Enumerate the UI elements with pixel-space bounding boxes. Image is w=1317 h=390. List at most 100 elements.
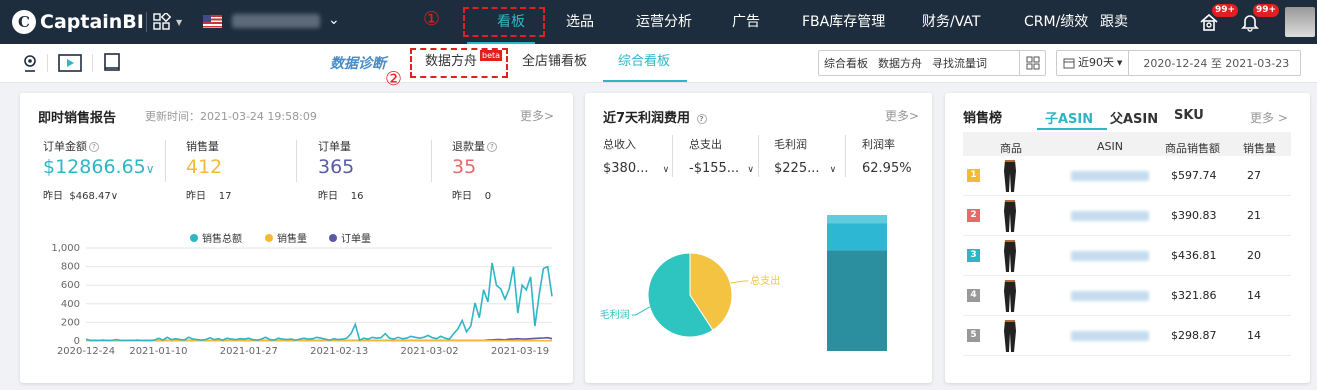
store-name-redacted[interactable] [232, 14, 320, 28]
app-grid-icon[interactable] [153, 13, 171, 31]
metric-prev-sales-qty: 昨日 17 [186, 191, 232, 202]
date-range-picker[interactable]: 近90天 ▼ 2020-12-24 至 2021-03-23 [1056, 50, 1301, 76]
nav-item-0[interactable]: 看板 [497, 0, 525, 44]
card-title: 销售榜 [963, 111, 1003, 126]
nav-item-3[interactable]: 广告 [732, 0, 760, 44]
table-row[interactable]: 1 $597.74 27 [963, 156, 1291, 196]
metric-order-amount[interactable]: $12866.65∨ [43, 156, 155, 178]
x-tick-label: 2020-12-24 [57, 346, 115, 357]
quick-link-overview[interactable]: 综合看板 [819, 55, 873, 71]
metric-refund-count: 35 [452, 156, 477, 178]
date-preset-label: 近90天 [1078, 56, 1114, 69]
nav-item-1[interactable]: 选品 [566, 0, 594, 44]
table-row[interactable]: 4 $321.86 14 [963, 276, 1291, 316]
profit-value-expense[interactable]: -$155... ∨ [689, 161, 754, 176]
nav-item-4[interactable]: FBA库存管理 [802, 0, 885, 44]
calendar-icon [1063, 58, 1075, 69]
avatar[interactable] [1285, 7, 1315, 37]
product-thumbnail[interactable] [1001, 239, 1019, 273]
tab-overview[interactable]: 综合看板 [618, 44, 670, 83]
tab-data-ark[interactable]: 数据方舟 [425, 44, 477, 83]
tab-parent-asin[interactable]: 父ASIN [1110, 108, 1158, 127]
tab-child-asin[interactable]: 子ASIN [1045, 108, 1093, 127]
table-row[interactable]: 5 $298.87 14 [963, 316, 1291, 356]
us-flag-icon[interactable] [203, 15, 222, 28]
metric-prev-refund-count: 昨日 0 [452, 191, 492, 202]
nav-item-2[interactable]: 运营分析 [636, 0, 692, 44]
product-thumbnail[interactable] [1001, 199, 1019, 233]
asin-link-redacted[interactable] [1071, 171, 1149, 181]
tab-sku[interactable]: SKU [1174, 108, 1204, 123]
profit-value-gross[interactable]: $225... ∨ [774, 161, 836, 176]
location-pin-icon[interactable] [20, 53, 40, 73]
rank-number: 1 [967, 169, 980, 182]
store-dropdown-chevron-icon[interactable]: ⌄ [328, 12, 340, 28]
divider [146, 12, 147, 32]
product-thumbnail[interactable] [1001, 279, 1019, 313]
beta-badge: beta [480, 50, 503, 61]
asin-link-redacted[interactable] [1071, 291, 1149, 301]
product-thumbnail[interactable] [1001, 319, 1019, 353]
sales-line-chart[interactable]: 02004006008001,0002020-12-24 2021-01-10 20… [20, 238, 573, 363]
more-link[interactable]: 更多 > [1250, 109, 1288, 126]
product-thumbnail[interactable] [1001, 159, 1019, 193]
nav-item-7[interactable]: 跟卖 [1100, 0, 1128, 44]
asin-link-redacted[interactable] [1071, 251, 1149, 261]
metric-order-count: 365 [318, 156, 355, 178]
quick-link-data-ark[interactable]: 数据方舟 [873, 55, 927, 71]
layout-grid-icon[interactable] [1019, 51, 1045, 75]
series-line-销售总额[interactable] [85, 262, 553, 342]
updated-time: 更新时间：2021-03-24 19:58:09 [145, 110, 317, 123]
top-navigation-bar: C CaptainBI ▼ ⌄ ① 看板 选品 运营分析 广告 FBA库存管理 财务/VA… [0, 0, 1317, 44]
more-link[interactable]: 更多> [885, 107, 919, 124]
rank-number: 5 [967, 329, 980, 342]
chevron-down-icon[interactable]: ▼ [176, 18, 182, 27]
video-play-icon[interactable] [58, 53, 82, 73]
logo-text: CaptainBI [40, 11, 144, 33]
logo[interactable]: C CaptainBI [12, 10, 144, 34]
stacked-bar-segment-2[interactable] [827, 250, 887, 351]
tab-all-stores[interactable]: 全店铺看板 [522, 44, 587, 83]
stacked-bar-segment-0[interactable] [827, 215, 887, 224]
book-icon[interactable] [104, 53, 120, 73]
sales-ranking-card: 销售榜 子ASIN 父ASIN SKU 更多 > 商品 ASIN 商品销售额 销… [945, 93, 1310, 383]
rank-number: 4 [967, 289, 980, 302]
quick-link-keyword[interactable]: 寻找流量词 [927, 55, 992, 71]
amount: $436.81 [1171, 249, 1217, 262]
x-tick-label: 2021-01-27 [220, 346, 278, 357]
metric-label-refund-count: 退款量? [452, 138, 497, 154]
metric-label-order-count: 订单量 [318, 140, 351, 153]
quantity: 14 [1247, 289, 1261, 302]
col-product: 商品 [1000, 142, 1022, 155]
metric-sales-qty: 412 [186, 156, 223, 178]
y-tick-label: 1,000 [51, 243, 80, 254]
amount: $390.83 [1171, 209, 1217, 222]
profit-pie-chart[interactable]: 毛利润 总支出 [585, 233, 815, 363]
table-row[interactable]: 2 $390.83 21 [963, 196, 1291, 236]
divider [92, 54, 93, 72]
stacked-bar-segment-1[interactable] [827, 223, 887, 251]
date-preset-select[interactable]: 近90天 ▼ [1057, 51, 1130, 75]
sub-toolbar: 数据诊断 ② 数据方舟 beta 全店铺看板 综合看板 综合看板 数据方舟 寻找… [0, 44, 1317, 90]
table-row[interactable]: 3 $436.81 20 [963, 236, 1291, 276]
sales-report-card: 即时销售报告 更新时间：2021-03-24 19:58:09 更多> 订单金额… [20, 93, 573, 383]
help-icon: ? [89, 142, 99, 152]
asin-link-redacted[interactable] [1071, 331, 1149, 341]
rank-number: 3 [967, 249, 980, 262]
pie-label-line [631, 306, 650, 316]
col-amount: 商品销售额 [1165, 142, 1220, 155]
notification-badge: 99+ [1253, 4, 1280, 17]
profit-card: 近7天利润费用 ? 更多> 总收入 $380... ∨ 总支出 -$155...… [585, 93, 932, 383]
profit-value-revenue[interactable]: $380... ∨ [603, 161, 669, 176]
profit-stacked-bar[interactable] [825, 213, 895, 353]
quantity: 27 [1247, 169, 1261, 182]
nav-item-5[interactable]: 财务/VAT [922, 0, 980, 44]
annotation-2: ② [385, 68, 403, 90]
more-link[interactable]: 更多> [520, 107, 554, 124]
data-diagnosis-brand[interactable]: 数据诊断 [330, 53, 386, 73]
nav-item-6[interactable]: CRM/绩效 [1024, 0, 1088, 44]
profit-label-expense: 总支出 [689, 138, 722, 151]
asin-link-redacted[interactable] [1071, 211, 1149, 221]
help-icon: ? [696, 113, 707, 124]
date-range-value[interactable]: 2020-12-24 至 2021-03-23 [1129, 55, 1289, 71]
